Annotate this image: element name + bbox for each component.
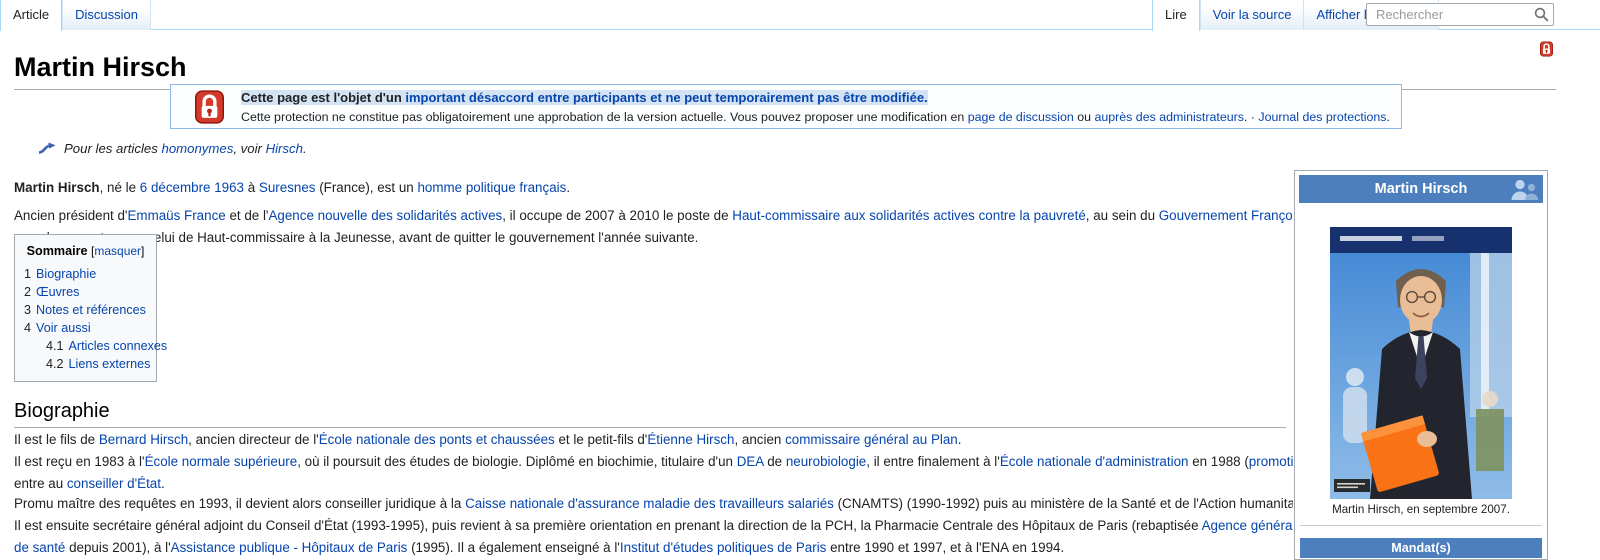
wiki-link[interactable]: commissaire général au Plan bbox=[785, 432, 958, 447]
infobox-title: Martin Hirsch bbox=[1375, 181, 1468, 197]
wiki-link[interactable]: 6 décembre 1963 bbox=[140, 180, 244, 195]
toc-label: Notes et références bbox=[36, 303, 146, 317]
wiki-link[interactable]: DEA bbox=[737, 454, 764, 469]
protection-banner-text: Cette page est l'objet d'un important dé… bbox=[241, 88, 1390, 126]
toc-number: 4.2 bbox=[46, 357, 64, 371]
wiki-link[interactable]: conseiller d'État bbox=[67, 476, 161, 491]
page-protection-lock-icon bbox=[1540, 41, 1553, 64]
section-heading-biographie: Biographie bbox=[14, 399, 1286, 428]
toc-item-articles-connexes: 4.1Articles connexes bbox=[15, 336, 156, 354]
wiki-link[interactable]: auprès des administrateurs bbox=[1094, 110, 1243, 124]
infobox-header: Martin Hirsch bbox=[1299, 175, 1543, 203]
search-box bbox=[1366, 3, 1554, 26]
wiki-link[interactable]: promotion Jean Monnet bbox=[1249, 454, 1293, 469]
wiki-link[interactable]: École nationale d'administration bbox=[1000, 454, 1189, 469]
paragraph-bio-3: Promu maître des requêtes en 1993, il de… bbox=[14, 493, 1293, 515]
people-silhouettes-icon bbox=[1509, 178, 1539, 211]
infobox-politician: Martin Hirsch bbox=[1294, 170, 1548, 560]
hatnote: Pour les articles homonymes, voir Hirsch… bbox=[38, 139, 307, 161]
toc-item-liens-externes: 4.2 Liens externes bbox=[15, 354, 156, 372]
wiki-link[interactable]: Agence générale des équipements et produ… bbox=[1202, 518, 1293, 533]
wiki-link[interactable]: neurobiologie bbox=[786, 454, 866, 469]
wiki-link[interactable]: Bernard Hirsch bbox=[99, 432, 188, 447]
paragraph-intro-2: Ancien président d'Emmaüs France et de l… bbox=[14, 205, 1293, 249]
wiki-link[interactable]: masquer bbox=[94, 244, 141, 258]
search-button[interactable] bbox=[1534, 7, 1549, 25]
wiki-link[interactable]: Journal des protections bbox=[1258, 110, 1386, 124]
tab-article[interactable]: Article bbox=[0, 0, 62, 31]
toc-label: Biographie bbox=[36, 267, 96, 281]
red-padlock-icon bbox=[195, 89, 224, 132]
toc-number: 4 bbox=[24, 321, 31, 335]
hatnote-text: Pour les articles homonymes, voir Hirsch… bbox=[64, 141, 307, 156]
tab-voir-la-source[interactable]: Voir la source bbox=[1200, 0, 1304, 30]
wiki-link[interactable]: Suresnes bbox=[259, 180, 316, 195]
toc-link-liens-externes[interactable]: 4.2 Liens externes bbox=[46, 357, 150, 371]
protection-banner-headline: Cette page est l'objet d'un important dé… bbox=[241, 88, 1390, 108]
wiki-link[interactable]: Emmaüs France bbox=[127, 208, 225, 223]
wiki-link[interactable]: Hirsch bbox=[266, 141, 303, 156]
toc-link-notes[interactable]: 3 Notes et références bbox=[24, 303, 146, 317]
toc-item-biographie: 1 Biographie bbox=[15, 264, 156, 282]
wiki-link[interactable]: Étienne Hirsch bbox=[647, 432, 734, 447]
protection-banner: Cette page est l'objet d'un important dé… bbox=[170, 84, 1402, 129]
wiki-link[interactable]: Assistance publique - Hôpitaux de Paris bbox=[171, 540, 408, 555]
tab-discussion[interactable]: Discussion bbox=[62, 0, 151, 30]
wiki-link[interactable]: École nationale des ponts et chaussées bbox=[319, 432, 555, 447]
table-of-contents: Sommaire [masquer] 1 Biographie 2 Œuvres 3… bbox=[14, 234, 157, 382]
infobox-section-mandates: Mandat(s) bbox=[1300, 538, 1542, 558]
wiki-link[interactable]: homonymes bbox=[161, 141, 233, 156]
wiki-link[interactable]: Agence nouvelle des solidarités actives bbox=[268, 208, 502, 223]
wiki-link[interactable]: page de discussion bbox=[968, 110, 1074, 124]
wiki-link[interactable]: Caisse nationale d'assurance maladie des… bbox=[465, 496, 834, 511]
photo-caption: Martin Hirsch, en septembre 2007. bbox=[1295, 502, 1547, 517]
toc-item-notes: 3 Notes et références bbox=[15, 300, 156, 318]
toc-link-biographie[interactable]: 1 Biographie bbox=[24, 267, 96, 281]
portrait-photo bbox=[1330, 227, 1512, 499]
toc-title: Sommaire [masquer] bbox=[15, 243, 156, 259]
protection-banner-detail: Cette protection ne constitue pas obliga… bbox=[241, 108, 1390, 126]
wiki-link[interactable]: homme politique français bbox=[417, 180, 566, 195]
search-input[interactable] bbox=[1374, 5, 1532, 24]
paragraph-bio-2: Il est reçu en 1983 à l'École normale su… bbox=[14, 451, 1293, 495]
toc-title-label: Sommaire bbox=[27, 244, 88, 258]
paragraph-bio-4: Il est ensuite secrétaire général adjoin… bbox=[14, 515, 1293, 559]
infobox-divider bbox=[1300, 525, 1542, 526]
wiki-link[interactable]: Haut-commissaire aux solidarités actives… bbox=[732, 208, 1086, 223]
toc-item-oeuvres: 2 Œuvres bbox=[15, 282, 156, 300]
toc-number: 3 bbox=[24, 303, 31, 317]
wiki-link[interactable]: Institut d'études politiques de Paris bbox=[620, 540, 827, 555]
paragraph-intro-1: Martin Hirsch, né le 6 décembre 1963 à S… bbox=[14, 177, 1293, 199]
toc-item-voir-aussi: 4 Voir aussi bbox=[15, 318, 156, 336]
magnifier-icon bbox=[1534, 10, 1549, 25]
toc-link-voir-aussi[interactable]: 4 Voir aussi bbox=[24, 321, 91, 335]
top-tab-bar: Article Discussion Lire Voir la source A… bbox=[0, 0, 1600, 30]
toc-number: 4.1 bbox=[46, 339, 64, 353]
toc-label: Articles connexes bbox=[69, 339, 168, 353]
tab-lire[interactable]: Lire bbox=[1152, 0, 1200, 31]
toc-link-oeuvres[interactable]: 2 Œuvres bbox=[24, 285, 79, 299]
wiki-link[interactable]: École normale supérieure bbox=[145, 454, 298, 469]
toc-label: Voir aussi bbox=[36, 321, 91, 335]
toc-label: Œuvres bbox=[36, 285, 79, 299]
page-tabs: Article Discussion bbox=[0, 0, 151, 31]
toc-number: 2 bbox=[24, 285, 31, 299]
toc-link-articles-connexes[interactable]: 4.1 Articles connexes bbox=[46, 339, 167, 353]
toc-label: Liens externes bbox=[69, 357, 151, 371]
toc-toggle[interactable]: [masquer] bbox=[91, 244, 144, 258]
wiki-link[interactable]: important désaccord entre participants e… bbox=[405, 90, 927, 105]
wiki-link[interactable]: de santé bbox=[14, 540, 65, 555]
disambiguation-arrows-icon bbox=[38, 141, 57, 161]
paragraph-bio-1: Il est le fils de Bernard Hirsch, ancien… bbox=[14, 429, 1293, 451]
toc-number: 1 bbox=[24, 267, 31, 281]
wiki-link[interactable]: Gouvernement François Fillon bbox=[1159, 208, 1293, 223]
